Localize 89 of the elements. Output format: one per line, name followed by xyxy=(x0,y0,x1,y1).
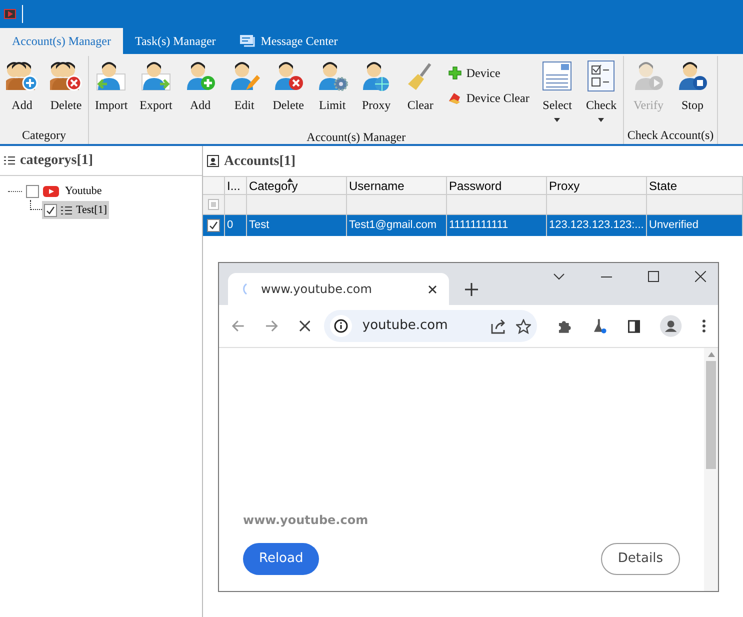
user-add-icon xyxy=(184,60,216,92)
column-header[interactable]: Username xyxy=(347,177,447,194)
user-import-icon xyxy=(95,60,128,92)
page-url: www.youtube.com xyxy=(243,512,370,529)
plus-icon xyxy=(448,66,462,80)
tree-label: Test[1] xyxy=(76,202,107,218)
table-row[interactable]: 0 Test Test1@gmail.com 11111111111 123.123.123.123:... Unverified xyxy=(203,215,743,236)
scroll-up-icon[interactable] xyxy=(708,352,714,357)
user-export-icon xyxy=(140,60,172,92)
play-logo-icon xyxy=(43,186,59,196)
ribbon-button[interactable]: Delete xyxy=(47,56,85,116)
avatar-icon[interactable] xyxy=(660,315,682,337)
caret-icon xyxy=(554,118,560,122)
menu-icon[interactable] xyxy=(702,319,706,333)
share-icon[interactable] xyxy=(491,318,506,334)
list-icon xyxy=(61,206,72,214)
forward-icon[interactable] xyxy=(264,319,279,333)
ribbon-button[interactable]: Export xyxy=(136,56,176,116)
close-icon[interactable] xyxy=(428,284,437,294)
filter-checkbox[interactable] xyxy=(208,199,219,210)
ribbon-button[interactable]: Delete xyxy=(269,56,308,116)
page-button[interactable]: Reload xyxy=(243,543,320,575)
column-header[interactable]: I... xyxy=(225,177,247,194)
ribbon-button[interactable]: Proxy xyxy=(357,56,396,116)
page-button[interactable]: Details xyxy=(600,543,680,575)
sort-icon xyxy=(286,178,293,182)
column-header[interactable]: Password xyxy=(447,177,547,194)
back-icon[interactable] xyxy=(231,319,245,333)
message-icon xyxy=(240,35,256,47)
scrollbar[interactable] xyxy=(704,348,718,591)
caret-icon xyxy=(598,118,604,122)
ribbon-button[interactable]: Device xyxy=(448,62,530,84)
chevron-down-icon[interactable] xyxy=(553,273,565,280)
list-icon xyxy=(541,60,574,92)
column-header[interactable]: State xyxy=(647,177,743,194)
list-icon xyxy=(4,156,15,165)
ribbon-button[interactable]: Edit xyxy=(225,56,264,116)
tab[interactable]: Task(s) Manager xyxy=(122,28,228,54)
ribbon-button[interactable]: Device Clear xyxy=(448,87,530,109)
loading-icon xyxy=(240,283,247,295)
contact-icon xyxy=(207,155,219,167)
info-icon xyxy=(334,319,348,333)
table-cell: 11111111111 xyxy=(447,215,547,236)
ribbon-button[interactable]: Limit xyxy=(313,56,352,116)
eraser-icon xyxy=(448,91,462,105)
group-delete-icon xyxy=(50,60,82,92)
tab[interactable]: Message Center xyxy=(228,28,350,54)
ribbon-button[interactable]: Stop xyxy=(673,56,712,116)
checklist-icon xyxy=(585,60,618,92)
checkbox[interactable] xyxy=(207,219,220,232)
flask-icon[interactable] xyxy=(592,318,608,334)
dropdown-button[interactable]: Select xyxy=(538,56,576,126)
column-header[interactable]: Proxy xyxy=(547,177,647,194)
tree-item[interactable]: Test[1] xyxy=(42,201,109,219)
checkbox[interactable] xyxy=(44,204,57,216)
new-tab-icon[interactable] xyxy=(465,283,478,296)
table-cell: 123.123.123.123:... xyxy=(547,215,647,236)
stop-icon[interactable] xyxy=(298,320,310,332)
user-delete-icon xyxy=(272,60,304,92)
group-label: Check Account(s) xyxy=(627,127,714,144)
app-icon xyxy=(4,9,16,19)
close-icon[interactable] xyxy=(695,271,706,282)
table-cell: Unverified xyxy=(647,215,743,236)
ribbon-button[interactable]: Import xyxy=(92,56,131,116)
user-gear-icon xyxy=(316,60,348,92)
table-cell: 0 xyxy=(225,215,247,236)
group-label: Account(s) Manager xyxy=(306,129,406,146)
user-edit-icon xyxy=(228,60,260,92)
panel-title: Accounts[1] xyxy=(224,152,296,170)
ribbon-button[interactable]: Add xyxy=(181,56,220,116)
checkbox[interactable] xyxy=(26,184,39,198)
tree-item[interactable]: Youtube xyxy=(63,182,104,200)
ribbon-button[interactable]: Add xyxy=(3,56,41,116)
address-bar[interactable]: youtube.com xyxy=(324,310,538,342)
column-header[interactable]: Category xyxy=(247,177,347,194)
minimize-icon[interactable] xyxy=(601,276,612,278)
ribbon-button[interactable]: Clear xyxy=(401,56,440,116)
puzzle-icon[interactable] xyxy=(557,318,572,334)
group-add-icon xyxy=(6,60,38,92)
group-label: Category xyxy=(22,127,66,144)
dropdown-button[interactable]: Check xyxy=(582,56,620,126)
table-cell: Test1@gmail.com xyxy=(347,215,447,236)
tab[interactable]: Account(s) Manager xyxy=(0,28,123,54)
table-cell: Test xyxy=(247,215,347,236)
star-icon[interactable] xyxy=(516,318,532,334)
side-panel-icon[interactable] xyxy=(628,320,640,332)
maximize-icon[interactable] xyxy=(648,271,659,282)
browser-tab[interactable]: www.youtube.com xyxy=(228,273,449,305)
panel-title: categorys[1] xyxy=(20,152,94,170)
